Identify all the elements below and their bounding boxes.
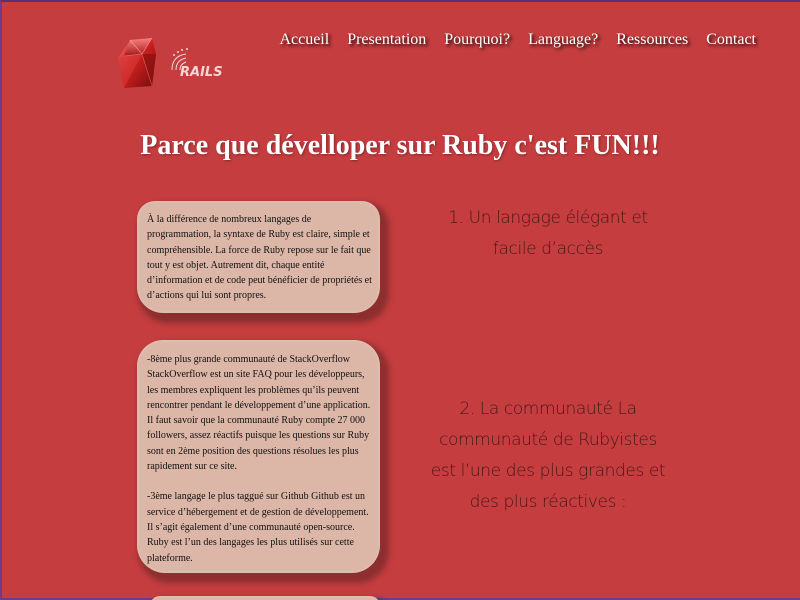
description-text: -8ème plus grande communauté de StackOve… xyxy=(147,354,371,473)
rails-wordmark: RAILS xyxy=(180,65,223,80)
nav-item-accueil[interactable]: Accueil xyxy=(279,31,329,49)
nav-item-ressources[interactable]: Ressources xyxy=(616,31,688,49)
page-title: Parce que dévelloper sur Ruby c'est FUN!… xyxy=(140,130,660,161)
description-text: À la différence de nombreux langages de … xyxy=(147,214,372,302)
ruby-gem-icon: RAILS xyxy=(118,37,223,88)
point-title-2: 2. La communauté La communauté de Rubyis… xyxy=(430,399,666,512)
nav-item-presentation[interactable]: Presentation xyxy=(347,31,426,49)
description-bubble-3 xyxy=(150,596,380,600)
nav-item-language[interactable]: Language? xyxy=(528,31,598,49)
main-nav: Accueil Presentation Pourquoi? Language?… xyxy=(279,31,756,49)
point-title-1: 1. Un langage élégant et facile d’accès xyxy=(448,208,648,259)
description-bubble-2: -8ème plus grande communauté de StackOve… xyxy=(137,340,380,573)
description-text: -3ème langage le plus taggué sur Github … xyxy=(147,491,369,564)
nav-item-pourquoi[interactable]: Pourquoi? xyxy=(444,31,510,49)
rails-logo[interactable]: RAILS xyxy=(116,36,226,92)
description-bubble-1: À la différence de nombreux langages de … xyxy=(137,201,380,313)
nav-item-contact[interactable]: Contact xyxy=(706,31,756,49)
